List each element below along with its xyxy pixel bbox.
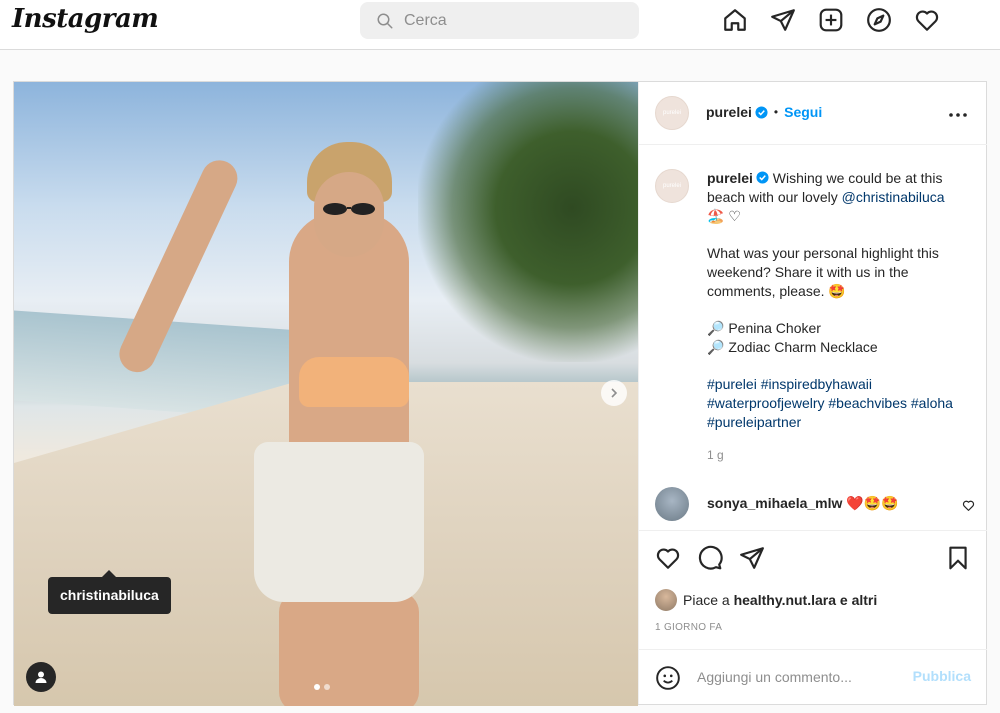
- author-avatar[interactable]: purelei: [655, 96, 689, 130]
- commenter-username[interactable]: sonya_mihaela_mlw: [707, 495, 842, 511]
- avatar-logo-text: purelei: [662, 183, 681, 189]
- search-box[interactable]: [360, 2, 639, 39]
- photo-shorts: [254, 442, 424, 602]
- photo-palm-trees: [418, 82, 638, 362]
- comment-icon[interactable]: [697, 545, 723, 571]
- author-username[interactable]: purelei: [706, 104, 752, 120]
- post-date[interactable]: 1 GIORNO FA: [655, 622, 722, 633]
- save-bookmark-icon[interactable]: [945, 545, 971, 571]
- post-header: purelei purelei • Segui: [639, 82, 987, 145]
- like-icon[interactable]: [655, 545, 681, 571]
- avatar-logo-text: purelei: [662, 110, 681, 116]
- post-card: christinabiluca purelei purelei • Segui …: [13, 81, 987, 706]
- post-actions: Piace a healthy.nut.lara e altri 1 GIORN…: [639, 530, 987, 704]
- more-options-icon[interactable]: [949, 104, 967, 122]
- home-icon[interactable]: [722, 7, 748, 33]
- new-post-icon[interactable]: [818, 7, 844, 33]
- post-photo[interactable]: christinabiluca: [14, 82, 638, 706]
- photo-legs: [279, 592, 419, 706]
- caption-username[interactable]: purelei: [707, 170, 753, 186]
- search-icon: [377, 13, 393, 29]
- post-caption: purelei Wishing we could be at this beac…: [707, 169, 971, 450]
- caption-product-item: 🔎 Zodiac Charm Necklace: [707, 339, 878, 355]
- comment-text: ❤️🤩🤩: [846, 495, 899, 511]
- caption-hashtags[interactable]: #purelei #inspiredbyhawaii #waterproofje…: [707, 375, 971, 432]
- carousel-dot: [324, 684, 330, 690]
- search-input[interactable]: [404, 10, 624, 32]
- liker-username[interactable]: healthy.nut.lara: [734, 592, 836, 608]
- photo-user-tag[interactable]: christinabiluca: [48, 577, 171, 614]
- carousel-next-button[interactable]: [601, 380, 627, 406]
- user-tags-button[interactable]: [26, 662, 56, 692]
- liker-avatar[interactable]: [655, 589, 677, 611]
- photo-bikini: [299, 357, 409, 407]
- explore-icon[interactable]: [866, 7, 892, 33]
- share-icon[interactable]: [739, 545, 765, 571]
- chevron-right-icon: [611, 388, 618, 398]
- verified-badge-icon: [755, 105, 768, 119]
- caption-timestamp[interactable]: 1 g: [707, 448, 724, 462]
- add-comment-bar: Pubblica: [639, 649, 987, 705]
- comment-like-icon[interactable]: [962, 499, 975, 517]
- comment-item: sonya_mihaela_mlw ❤️🤩🤩: [655, 487, 975, 523]
- instagram-logo[interactable]: Instagram: [12, 4, 159, 34]
- user-icon: [35, 671, 47, 683]
- separator-dot: •: [773, 105, 779, 119]
- caption-mention-link[interactable]: @christinabiluca: [842, 189, 945, 205]
- top-navigation-bar: Instagram: [0, 0, 1000, 50]
- publish-button[interactable]: Pubblica: [913, 668, 971, 684]
- comment-content: sonya_mihaela_mlw ❤️🤩🤩: [707, 495, 899, 512]
- photo-sunglasses: [323, 203, 375, 215]
- photo-person: [113, 122, 449, 706]
- header-user-row: purelei • Segui: [706, 104, 822, 120]
- follow-button[interactable]: Segui: [784, 104, 822, 120]
- caption-author-avatar[interactable]: purelei: [655, 169, 689, 203]
- carousel-dot: [314, 684, 320, 690]
- commenter-avatar[interactable]: [655, 487, 689, 521]
- likes-prefix: Piace a: [683, 592, 730, 608]
- post-sidebar: purelei purelei • Segui purelei purelei …: [638, 82, 987, 704]
- caption-paragraph: What was your personal highlight this we…: [707, 245, 939, 299]
- direct-icon[interactable]: [770, 7, 796, 33]
- activity-icon[interactable]: [914, 7, 940, 33]
- emoji-icon[interactable]: [655, 665, 681, 696]
- comment-input[interactable]: [697, 667, 897, 687]
- caption-emojis: 🏖️ ♡: [707, 208, 741, 224]
- caption-product-item: 🔎 Penina Choker: [707, 320, 821, 336]
- verified-badge-icon: [756, 171, 769, 184]
- carousel-indicator: [314, 684, 330, 690]
- likes-others-link[interactable]: e altri: [840, 592, 877, 608]
- tag-tooltip-arrow: [102, 570, 116, 577]
- likes-summary: Piace a healthy.nut.lara e altri: [655, 589, 877, 611]
